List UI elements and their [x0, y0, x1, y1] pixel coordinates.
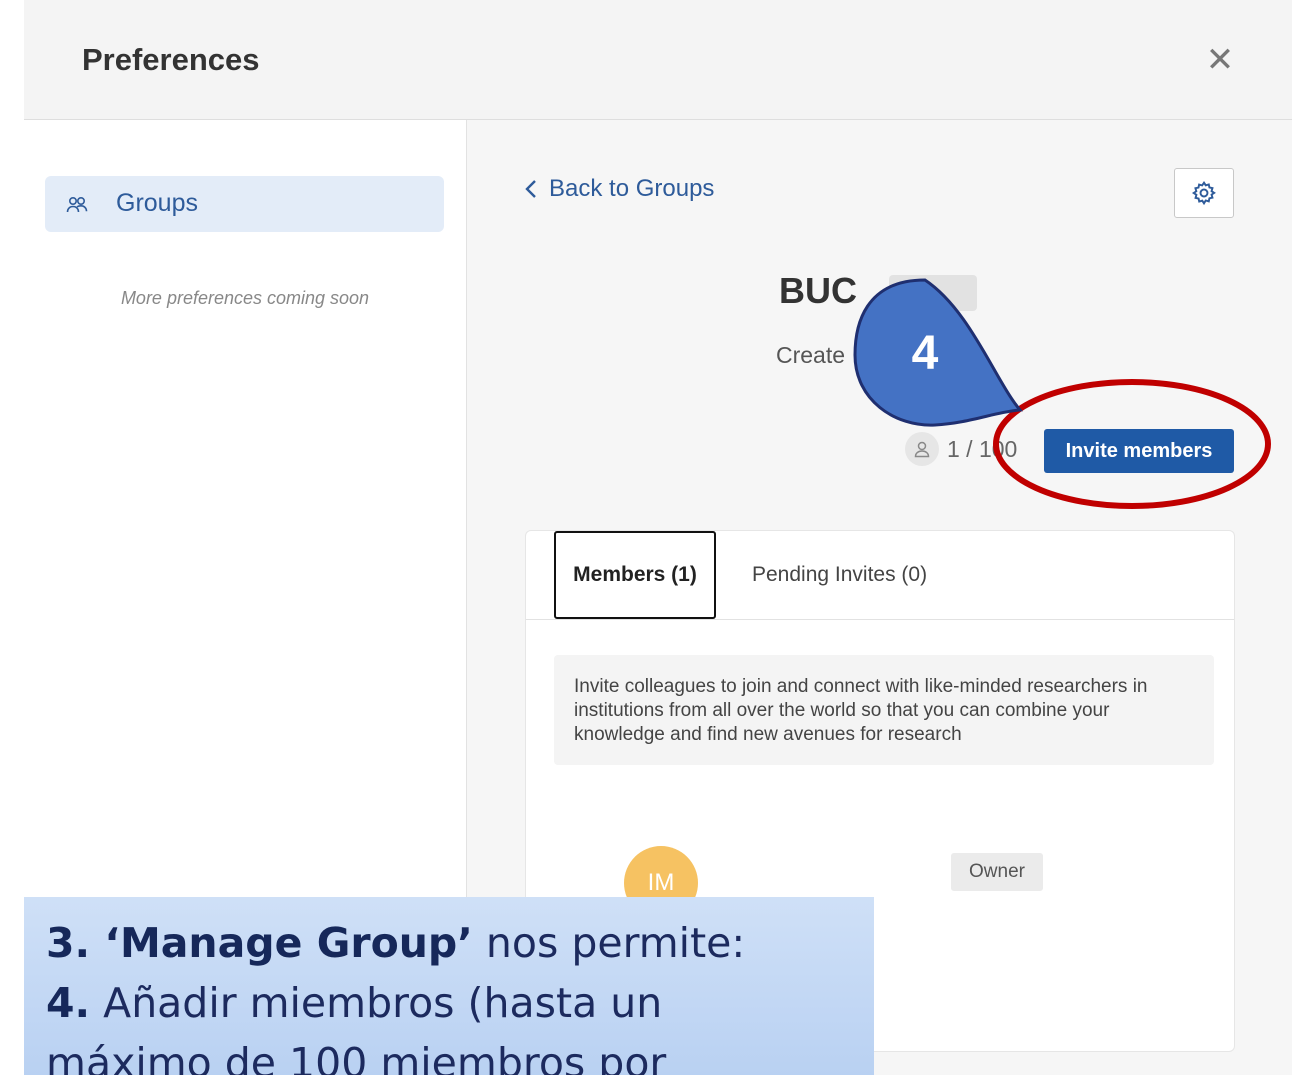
- group-name: BUC: [779, 270, 857, 311]
- caption-line-1-rest: nos permite:: [472, 919, 746, 967]
- sidebar-note: More preferences coming soon: [120, 288, 370, 308]
- user-icon: [905, 432, 939, 466]
- close-icon[interactable]: ✕: [1204, 43, 1236, 77]
- chevron-left-icon: [525, 180, 536, 198]
- tab-members[interactable]: Members (1): [554, 531, 716, 619]
- back-link-label: Back to Groups: [549, 175, 715, 202]
- back-to-groups-link[interactable]: Back to Groups: [523, 175, 714, 203]
- callout-number: 4: [911, 327, 939, 380]
- modal-title: Preferences: [82, 42, 260, 77]
- member-count-value: 1 / 100: [947, 435, 1018, 462]
- caption-line-3: máximo de 100 miembros por: [46, 1039, 667, 1075]
- caption-line-1-bold: 3. ‘Manage Group’: [46, 919, 473, 967]
- gear-icon: [1191, 180, 1216, 206]
- groups-icon: [66, 197, 88, 213]
- member-count: 1 / 100: [905, 432, 1017, 466]
- member-tabs: Members (1) Pending Invites (0): [526, 531, 1234, 620]
- created-text: Create: [776, 342, 846, 368]
- caption-line-2: 4. Añadir miembros (hasta un: [46, 979, 662, 1027]
- caption-line-2-bold: 4.: [46, 979, 91, 1027]
- sidebar-item-label: Groups: [116, 189, 198, 217]
- invite-members-button[interactable]: Invite members: [1044, 429, 1234, 473]
- sidebar-item-groups[interactable]: Groups: [45, 176, 444, 232]
- tab-pending-invites[interactable]: Pending Invites (0): [752, 531, 927, 619]
- role-badge: ...: [889, 275, 977, 311]
- tutorial-caption: 3. ‘Manage Group’ nos permite: 4. Añadir…: [24, 897, 874, 1075]
- owner-badge: Owner: [951, 853, 1043, 891]
- modal-header: Preferences ✕: [24, 0, 1292, 120]
- caption-line-2-rest: Añadir miembros (hasta un: [90, 979, 663, 1027]
- invite-info-box: Invite colleagues to join and connect wi…: [554, 655, 1214, 765]
- caption-line-1: 3. ‘Manage Group’ nos permite:: [46, 919, 745, 967]
- group-settings-button[interactable]: [1174, 168, 1234, 218]
